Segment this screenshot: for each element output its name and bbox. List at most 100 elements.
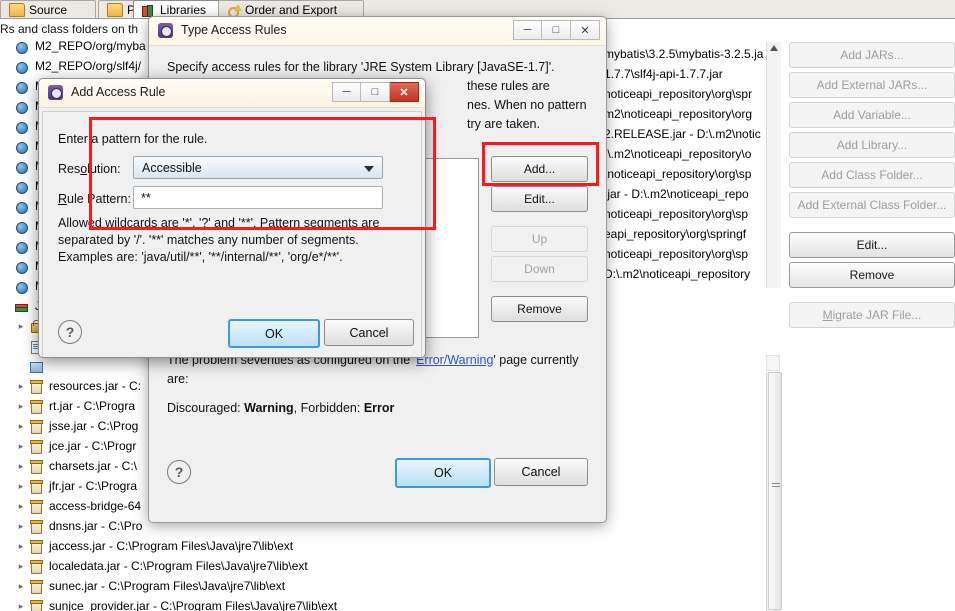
type-dialog-window-buttons: ─ □ ✕ — [513, 20, 600, 40]
rule-pattern-value: ** — [141, 190, 151, 205]
help-icon[interactable]: ? — [58, 320, 82, 344]
expand-arrow-icon[interactable]: ▸ — [14, 561, 28, 572]
add-rule-button[interactable]: Add... — [491, 156, 588, 182]
move-down-button: Down — [491, 256, 588, 282]
tree-row[interactable]: ▸ jaccess.jar - C:\Program Files\Java\jre… — [0, 536, 770, 556]
maximize-icon[interactable]: □ — [361, 82, 390, 102]
build-path-button: Add Class Folder... — [789, 162, 955, 188]
minimize-icon[interactable]: ─ — [332, 82, 361, 102]
expand-arrow-icon[interactable]: ▸ — [14, 321, 28, 332]
jar-path-text: eapi_repository\org\springf — [604, 227, 747, 241]
scroll-up-arrow-icon[interactable] — [770, 45, 778, 51]
tree-row[interactable]: ▸ localedata.jar - C:\Program Files\Java\… — [0, 556, 770, 576]
tree-row-label: access-bridge-64 — [49, 499, 142, 513]
expand-arrow-icon[interactable]: ▸ — [14, 601, 28, 611]
tree-vertical-scrollbar[interactable] — [766, 372, 782, 611]
expand-arrow-icon[interactable]: ▸ — [14, 381, 28, 392]
add-dialog-title: Add Access Rule — [71, 85, 166, 99]
resolution-dropdown[interactable]: Accessible — [133, 156, 383, 179]
add-instruction-text: Enter a pattern for the rule. — [58, 132, 208, 146]
tree-scrollbar-thumb[interactable] — [768, 372, 782, 610]
tree-row-label: sunjce_provider.jar - C:\Program Files\J… — [49, 599, 338, 611]
eclipse-dialog-icon — [158, 23, 173, 38]
hint-line-3: Examples are: 'java/util/**', '**/intern… — [58, 250, 343, 264]
tree-scroll-up-button[interactable] — [766, 355, 780, 371]
tree-row[interactable]: ▸ sunec.jar - C:\Program Files\Java\jre7\… — [0, 576, 770, 596]
build-path-button-label: Add Class Folder... — [821, 168, 923, 182]
add-dialog-window-buttons: ─ □ ✕ — [332, 82, 419, 102]
jar-path-text: 2.RELEASE.jar - D:\.m2\notic — [604, 127, 761, 141]
variable-entry-icon — [14, 279, 30, 294]
expand-arrow-icon[interactable]: ▸ — [14, 421, 28, 432]
tree-row-label: localedata.jar - C:\Program Files\Java\j… — [49, 559, 308, 573]
jar-icon — [28, 439, 44, 454]
minimize-icon[interactable]: ─ — [513, 20, 542, 40]
expand-arrow-icon[interactable]: ▸ — [14, 521, 28, 532]
expand-arrow-icon[interactable]: ▸ — [14, 461, 28, 472]
rule-pattern-input[interactable]: ** — [133, 186, 383, 209]
add-dialog-titlebar[interactable]: Add Access Rule ─ □ ✕ — [39, 79, 425, 108]
tree-row[interactable]: ▸ sunjce_provider.jar - C:\Program Files\… — [0, 596, 770, 611]
tree-row-label: jfr.jar - C:\Progra — [49, 479, 138, 493]
build-path-button[interactable]: Edit... — [789, 232, 955, 258]
variable-entry-icon — [14, 239, 30, 254]
edit-rule-button[interactable]: Edit... — [491, 186, 588, 212]
jar-path-text: m2\noticeapi_repository\org — [604, 107, 753, 121]
jar-icon — [28, 419, 44, 434]
build-path-button[interactable]: Remove — [789, 262, 955, 288]
eclipse-dialog-icon — [48, 85, 63, 100]
error-warning-link[interactable]: Error/Warning — [416, 353, 493, 367]
expand-arrow-icon[interactable]: ▸ — [14, 441, 28, 452]
tab-source[interactable]: Source — [0, 0, 96, 18]
build-path-button-label: Remove — [849, 268, 895, 282]
close-icon[interactable]: ✕ — [571, 20, 600, 40]
build-path-button: Add Variable... — [789, 102, 955, 128]
build-path-button-label: Migrate JAR File... — [822, 308, 922, 322]
help-icon[interactable]: ? — [167, 460, 191, 484]
move-up-button: Up — [491, 226, 588, 252]
maximize-icon[interactable]: □ — [542, 20, 571, 40]
resolution-label-post: lution: — [87, 162, 121, 176]
projects-folder-icon — [107, 2, 123, 17]
tree-row-label: sunec.jar - C:\Program Files\Java\jre7\l… — [49, 579, 286, 593]
rule-pattern-label-accel: R — [58, 192, 68, 206]
tree-row-label: rt.jar - C:\Progra — [49, 399, 136, 413]
variable-entry-icon — [14, 179, 30, 194]
expand-arrow-icon[interactable]: ▸ — [14, 541, 28, 552]
build-path-button-label: Add JARs... — [840, 48, 904, 62]
build-path-button: Add Library... — [789, 132, 955, 158]
libraries-icon — [142, 4, 156, 17]
jar-path-column: mybatis\3.2.5\mybatis-3.2.5.ja 1.7.7\slf4… — [604, 42, 781, 288]
jar-icon — [28, 399, 44, 414]
add-dialog-cancel-button[interactable]: Cancel — [324, 319, 414, 346]
expand-arrow-icon[interactable]: ▸ — [14, 401, 28, 412]
type-dialog-titlebar[interactable]: Type Access Rules ─ □ ✕ — [149, 17, 606, 46]
expand-arrow-icon[interactable]: ▸ — [14, 581, 28, 592]
tree-row-label: charsets.jar - C:\ — [49, 459, 138, 473]
type-dialog-ok-button[interactable]: OK — [395, 458, 491, 488]
variable-entry-icon — [14, 79, 30, 94]
add-dialog-body: Enter a pattern for the rule. Resolution… — [42, 111, 422, 357]
problem-severity-note: The problem severities as configured on … — [167, 351, 587, 418]
jar-path-text: mybatis\3.2.5\mybatis-3.2.5.ja — [604, 47, 764, 61]
expand-arrow-icon[interactable]: ▸ — [14, 501, 28, 512]
type-dialog-cancel-button[interactable]: Cancel — [494, 458, 588, 486]
build-path-button-column: Add JARs... Add External JARs... Add Varia… — [789, 42, 955, 332]
close-icon[interactable]: ✕ — [390, 82, 419, 102]
build-path-button-label: Add External JARs... — [816, 78, 928, 92]
jar-icon — [28, 539, 44, 554]
severity-forbidden-value: Error — [363, 401, 395, 415]
add-dialog-ok-button[interactable]: OK — [228, 319, 320, 348]
jar-path-text: D:\.m2\noticeapi_repository — [604, 267, 751, 281]
tree-row-label: M2_REPO/org/myba — [35, 39, 146, 53]
build-path-button: Add External JARs... — [789, 72, 955, 98]
tab-libraries-label: Libraries — [160, 2, 207, 17]
expand-arrow-icon[interactable]: ▸ — [14, 481, 28, 492]
jar-icon — [28, 499, 44, 514]
build-path-button-label: Add Library... — [836, 138, 908, 152]
jar-path-text: noticeapi_repository\org\sp — [604, 247, 749, 261]
remove-rule-button[interactable]: Remove — [491, 296, 588, 322]
build-path-button: Migrate JAR File... — [789, 302, 955, 328]
jar-list-scrollbar[interactable] — [766, 42, 781, 288]
resolution-selected-value: Accessible — [142, 160, 202, 175]
